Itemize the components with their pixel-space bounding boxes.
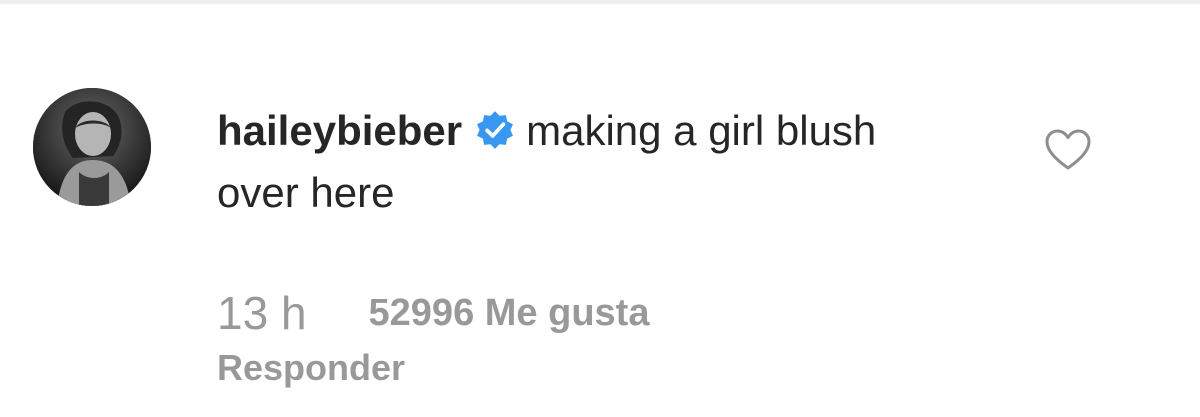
heart-outline-icon[interactable] xyxy=(1044,128,1092,172)
comment-text-block: haileybieber making a girl blush over he… xyxy=(217,100,937,224)
comment-meta: 13 h 52996 Me gusta xyxy=(217,285,649,341)
avatar[interactable] xyxy=(33,88,151,206)
avatar-photo xyxy=(33,88,151,206)
likes-count-button[interactable]: 52996 Me gusta xyxy=(369,292,650,335)
comment-timestamp[interactable]: 13 h xyxy=(217,286,307,340)
comment-username[interactable]: haileybieber xyxy=(217,107,462,154)
verified-badge-icon xyxy=(474,109,516,151)
comment-screenshot: haileybieber making a girl blush over he… xyxy=(0,0,1200,417)
comment-item: haileybieber making a girl blush over he… xyxy=(0,0,1200,417)
reply-button[interactable]: Responder xyxy=(217,347,405,389)
